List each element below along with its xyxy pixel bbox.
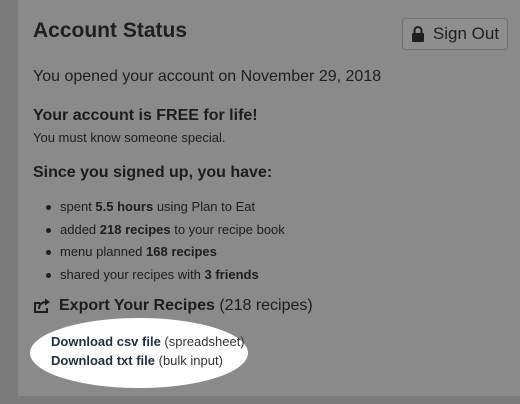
share-export-icon bbox=[34, 298, 50, 313]
account-opened-text: You opened your account on November 29, … bbox=[33, 68, 382, 85]
export-title: Export Your Recipes bbox=[59, 297, 215, 314]
download-txt-link[interactable]: Download txt file (bulk input) bbox=[51, 353, 223, 368]
download-csv-note: (spreadsheet) bbox=[160, 334, 245, 349]
download-txt-label[interactable]: Download txt file bbox=[51, 353, 155, 368]
list-item: shared your recipes with 3 friends bbox=[33, 264, 285, 287]
stats-heading: Since you signed up, you have: bbox=[33, 164, 273, 181]
account-status-panel: Account Status Sign Out You opened your … bbox=[18, 0, 520, 396]
export-count: (218 recipes) bbox=[214, 297, 313, 314]
free-account-heading: Your account is FREE for life! bbox=[33, 107, 258, 124]
export-heading: Export Your Recipes (218 recipes) bbox=[33, 297, 313, 315]
download-csv-label[interactable]: Download csv file bbox=[51, 334, 161, 349]
download-csv-link[interactable]: Download csv file (spreadsheet) bbox=[51, 334, 245, 349]
stats-list: spent 5.5 hours using Plan to Eat added … bbox=[33, 196, 285, 286]
list-item: added 218 recipes to your recipe book bbox=[33, 219, 285, 242]
list-item: spent 5.5 hours using Plan to Eat bbox=[33, 196, 285, 219]
download-txt-note: (bulk input) bbox=[155, 353, 223, 368]
free-account-note: You must know someone special. bbox=[33, 130, 226, 145]
list-item: menu planned 168 recipes bbox=[33, 241, 285, 264]
page-title: Account Status bbox=[33, 19, 188, 42]
sign-out-button[interactable]: Sign Out bbox=[402, 18, 508, 50]
lock-icon bbox=[411, 26, 424, 42]
sign-out-label: Sign Out bbox=[432, 24, 500, 43]
